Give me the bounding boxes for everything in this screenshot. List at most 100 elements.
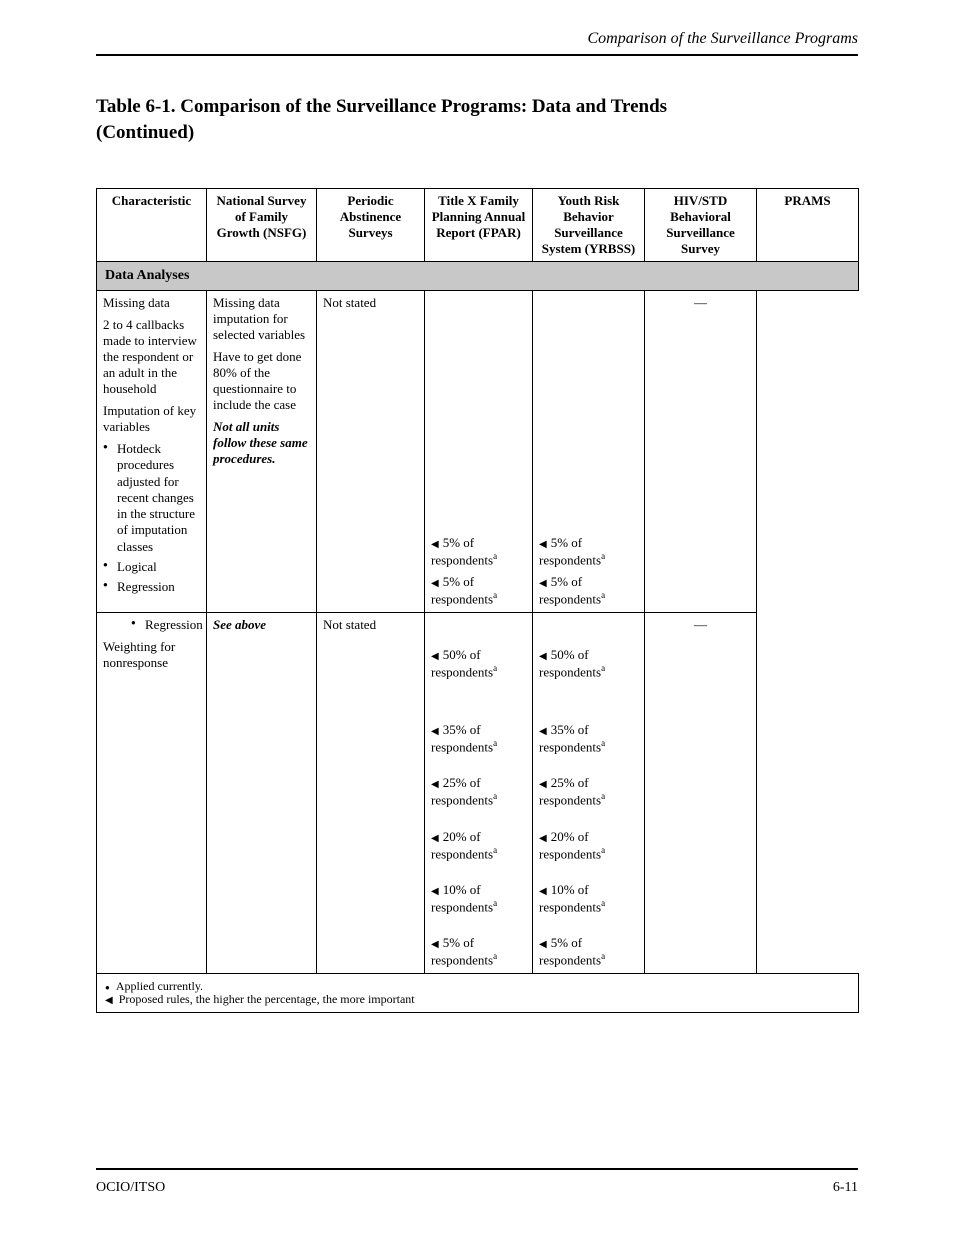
footnote-ref-a: a (493, 951, 497, 961)
triangle-text: 10% of respondents (539, 882, 601, 914)
bullet-text: Regression (145, 617, 203, 632)
triangle-icon: 25% of respondentsa (431, 775, 526, 808)
triangle-text: 20% of respondents (539, 829, 601, 861)
cell-text: Have to get done 80% of the questionnair… (213, 349, 310, 413)
cell-yrbss: 5% of respondentsa 5% of respondentsa (533, 291, 645, 613)
footnote-ref-a: a (601, 663, 605, 673)
bullet-icon: Hotdeck procedures adjusted for recent c… (103, 441, 200, 555)
footnote-ref-a: a (601, 590, 605, 600)
triangle-text: 5% of respondents (539, 935, 601, 967)
footnote-ref-a: a (493, 791, 497, 801)
row-label: Missing data (103, 295, 200, 311)
bullet-icon: Logical (103, 559, 200, 575)
col-yrbss: Youth Risk Behavior Surveillance System … (533, 189, 645, 262)
footnotes-row: Applied currently. Proposed rules, the h… (97, 973, 859, 1012)
cell-note-bold: See above (213, 617, 310, 633)
cell-prams: — (645, 612, 757, 973)
footnote-ref-a: a (493, 590, 497, 600)
triangle-text: 35% of respondents (431, 722, 493, 754)
cell-text: Imputation of key variables (103, 403, 200, 435)
triangle-icon: 5% of respondentsa (539, 935, 638, 968)
col-nsfg: National Survey of Family Growth (NSFG) (207, 189, 317, 262)
section-row-data-analyses: Data Analyses (97, 262, 859, 291)
row-regression-weighting: Regression Weighting for nonresponse See… (97, 612, 859, 973)
cell-fpar: 5% of respondentsa 5% of respondentsa (425, 291, 533, 613)
triangle-text: 5% of respondents (431, 935, 493, 967)
triangle-text: 5% of respondents (539, 535, 601, 567)
triangle-icon: 25% of respondentsa (539, 775, 638, 808)
triangle-icon: 50% of respondentsa (431, 647, 526, 680)
col-hiv-std: HIV/STD Behavioral Surveillance Survey (645, 189, 757, 262)
footer-right: 6-11 (833, 1180, 858, 1196)
cell-nsfg: Missing data imputation for selected var… (207, 291, 317, 613)
bullet-text: Regression (117, 579, 175, 594)
footer-rule (96, 1168, 858, 1170)
col-abstinence: Periodic Abstinence Surveys (317, 189, 425, 262)
cell-text: Weighting for nonresponse (103, 639, 200, 671)
page-footer: OCIO/ITSO 6-11 (96, 1180, 858, 1196)
footnote-ref-a: a (493, 551, 497, 561)
table-header-row: Characteristic National Survey of Family… (97, 189, 859, 262)
footnote-ref-a: a (493, 663, 497, 673)
bullet-icon: Regression (103, 579, 200, 595)
triangle-icon: 5% of respondentsa (431, 935, 526, 968)
footnote-ref-a: a (601, 738, 605, 748)
footnote-ref-a: a (493, 845, 497, 855)
footnote-triangle-line: Proposed rules, the higher the percentag… (105, 993, 850, 1006)
triangle-text: 5% of respondents (431, 535, 493, 567)
triangle-text: 50% of respondents (431, 647, 493, 679)
footnote-ref-a: a (601, 845, 605, 855)
triangle-icon: 5% of respondentsa (539, 535, 638, 568)
section-label: Data Analyses (97, 262, 859, 291)
triangle-icon: 20% of respondentsa (431, 829, 526, 862)
footnote-ref-a: a (493, 898, 497, 908)
triangle-text: 50% of respondents (539, 647, 601, 679)
triangle-text: 25% of respondents (431, 775, 493, 807)
triangle-text: 35% of respondents (539, 722, 601, 754)
triangle-icon: 50% of respondentsa (539, 647, 638, 680)
col-prams: PRAMS (757, 189, 859, 262)
cell-label-regression: Regression Weighting for nonresponse (97, 612, 207, 973)
triangle-text: 5% of respondents (431, 574, 493, 606)
page-header-right: Comparison of the Surveillance Programs (588, 30, 859, 48)
footnote-ref-a: a (493, 738, 497, 748)
triangle-text: 10% of respondents (431, 882, 493, 914)
footnote-text: Applied currently. (116, 980, 203, 993)
bullet-icon (105, 980, 110, 993)
cell-text: Missing data imputation for selected var… (213, 295, 310, 343)
cell-nsfg: See above (207, 612, 317, 973)
footer-left: OCIO/ITSO (96, 1180, 165, 1196)
cell-note-bold: Not all units follow these same procedur… (213, 419, 310, 467)
cell-yrbss: 50% of respondentsa 35% of respondentsa … (533, 612, 645, 973)
triangle-icon (105, 993, 113, 1006)
cell-fpar: 50% of respondentsa 35% of respondentsa … (425, 612, 533, 973)
triangle-icon: 20% of respondentsa (539, 829, 638, 862)
comparison-table: Characteristic National Survey of Family… (96, 188, 859, 1013)
cell-text: 2 to 4 callbacks made to interview the r… (103, 317, 200, 397)
triangle-text: 25% of respondents (539, 775, 601, 807)
triangle-icon: 5% of respondentsa (431, 535, 526, 568)
bullet-text: Hotdeck procedures adjusted for recent c… (117, 441, 195, 554)
cell-label-missing-data: Missing data 2 to 4 callbacks made to in… (97, 291, 207, 613)
bullet-list: Hotdeck procedures adjusted for recent c… (103, 441, 200, 595)
triangle-text: 5% of respondents (539, 574, 601, 606)
footnote-ref-a: a (601, 898, 605, 908)
bullet-list-nested: Regression (131, 617, 200, 633)
title-line-1: Table 6-1. Comparison of the Surveillanc… (96, 96, 858, 118)
triangle-text: 20% of respondents (431, 829, 493, 861)
cell-abstinence: Not stated (317, 291, 425, 613)
cell-prams: — (645, 291, 757, 613)
footnote-ref-a: a (601, 951, 605, 961)
footnote-ref-a: a (601, 791, 605, 801)
table-title: Table 6-1. Comparison of the Surveillanc… (96, 96, 858, 144)
bullet-text: Logical (117, 559, 157, 574)
header-rule (96, 54, 858, 56)
row-missing-data: Missing data 2 to 4 callbacks made to in… (97, 291, 859, 613)
title-line-2: (Continued) (96, 122, 858, 144)
footnote-text: Proposed rules, the higher the percentag… (119, 993, 415, 1006)
footnotes-cell: Applied currently. Proposed rules, the h… (97, 973, 859, 1012)
triangle-icon: 5% of respondentsa (431, 574, 526, 607)
footnote-bullet-line: Applied currently. (105, 980, 850, 993)
triangle-icon: 10% of respondentsa (539, 882, 638, 915)
col-fpar: Title X Family Planning Annual Report (F… (425, 189, 533, 262)
